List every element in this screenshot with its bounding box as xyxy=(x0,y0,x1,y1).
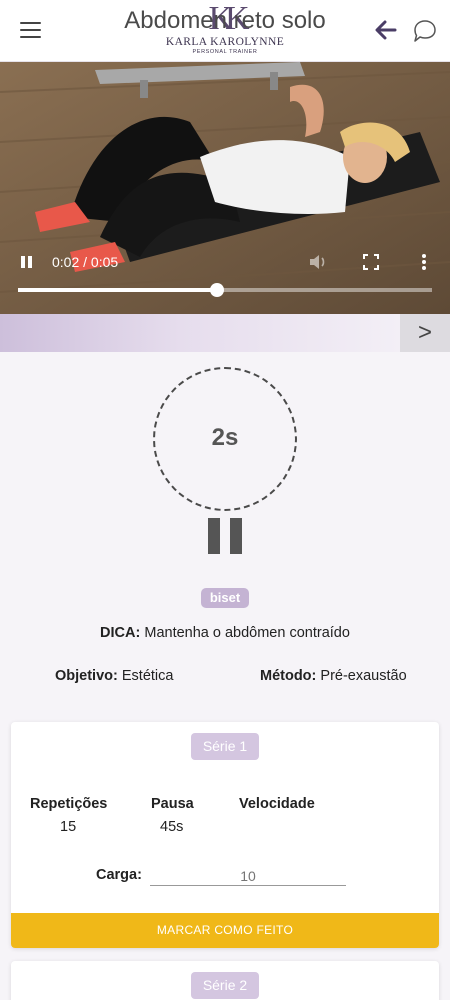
mark-done-button[interactable]: MARCAR COMO FEITO xyxy=(11,913,439,948)
pause-icon[interactable] xyxy=(20,255,34,269)
video-progress-fill xyxy=(18,288,217,292)
series-card: Série 1 Repetições 15 Pausa 45s Velocida… xyxy=(11,722,439,948)
load-label: Carga: xyxy=(96,867,142,883)
objective-label: Objetivo: xyxy=(55,668,118,684)
pause-value: 45s xyxy=(160,819,184,835)
reps-label: Repetições xyxy=(30,796,108,812)
objective-value: Estética xyxy=(121,668,174,684)
method: Método: Pré-exaustão xyxy=(260,668,407,684)
load-input[interactable] xyxy=(150,866,346,886)
pause-timer-icon[interactable] xyxy=(208,518,242,554)
video-seek-handle[interactable] xyxy=(209,283,224,297)
timer-value: 2s xyxy=(211,424,239,451)
method-badge: biset xyxy=(201,588,249,608)
logo-name: KARLA KAROLYNNE xyxy=(165,36,285,48)
exercise-title-bar xyxy=(0,314,400,352)
next-exercise-button[interactable]: > xyxy=(400,314,450,352)
tip-label: DICA: xyxy=(100,625,141,641)
video-seek-bar[interactable] xyxy=(18,283,432,297)
objective: Objetivo: Estética xyxy=(55,668,173,684)
video-controls: 0:02 / 0:05 xyxy=(0,62,450,314)
video-player[interactable]: 0:02 / 0:05 xyxy=(0,62,450,314)
volume-icon[interactable] xyxy=(308,253,328,271)
reps-value: 15 xyxy=(60,819,77,835)
video-time: 0:02 / 0:05 xyxy=(52,254,119,270)
series-card: Série 2 xyxy=(11,961,439,1000)
tip-value: Mantenha o abdômen contraído xyxy=(144,625,350,641)
method-value: Pré-exaustão xyxy=(320,668,407,684)
pause-label: Pausa xyxy=(151,796,194,812)
series-label: Série 1 xyxy=(191,733,259,760)
logo-subtitle: PERSONAL TRAINER xyxy=(192,49,258,55)
series-label: Série 2 xyxy=(191,972,259,999)
method-label: Método: xyxy=(260,668,317,684)
fullscreen-icon[interactable] xyxy=(362,253,380,271)
speed-label: Velocidade xyxy=(239,796,315,812)
exercise-title: Abdomen reto solo xyxy=(124,7,326,34)
tip-text: DICA: Mantenha o abdômen contraído xyxy=(0,625,450,641)
more-vert-icon[interactable] xyxy=(419,253,429,271)
